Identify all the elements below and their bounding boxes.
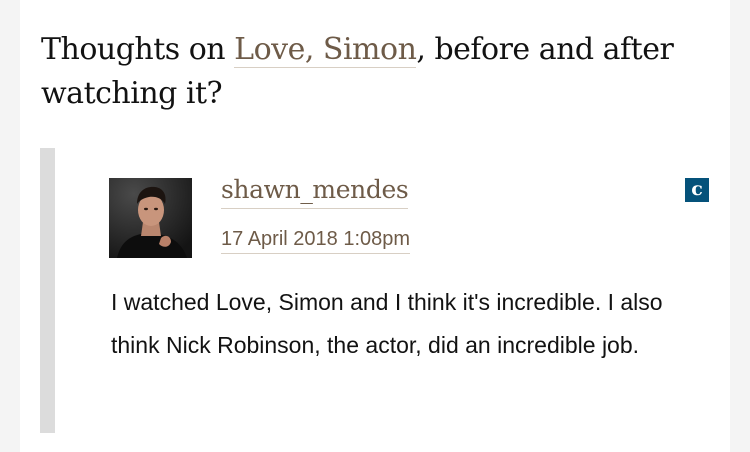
- comment-body: I watched Love, Simon and I think it's i…: [111, 289, 663, 358]
- username-link[interactable]: shawn_mendes: [221, 172, 409, 209]
- page: Thoughts on Love, Simon, before and afte…: [0, 0, 750, 452]
- question-heading: Thoughts on Love, Simon, before and afte…: [41, 28, 711, 116]
- avatar[interactable]: [109, 178, 192, 258]
- comment-timestamp-link[interactable]: 17 April 2018 1:08pm: [221, 225, 411, 254]
- film-title-link[interactable]: Love, Simon: [234, 32, 417, 68]
- quote-bar: [40, 148, 55, 433]
- contributor-badge-icon: c: [685, 178, 709, 202]
- comment-card: Thoughts on Love, Simon, before and afte…: [20, 0, 730, 452]
- profile-photo-icon: [109, 178, 192, 258]
- question-prefix: Thoughts on: [41, 32, 235, 67]
